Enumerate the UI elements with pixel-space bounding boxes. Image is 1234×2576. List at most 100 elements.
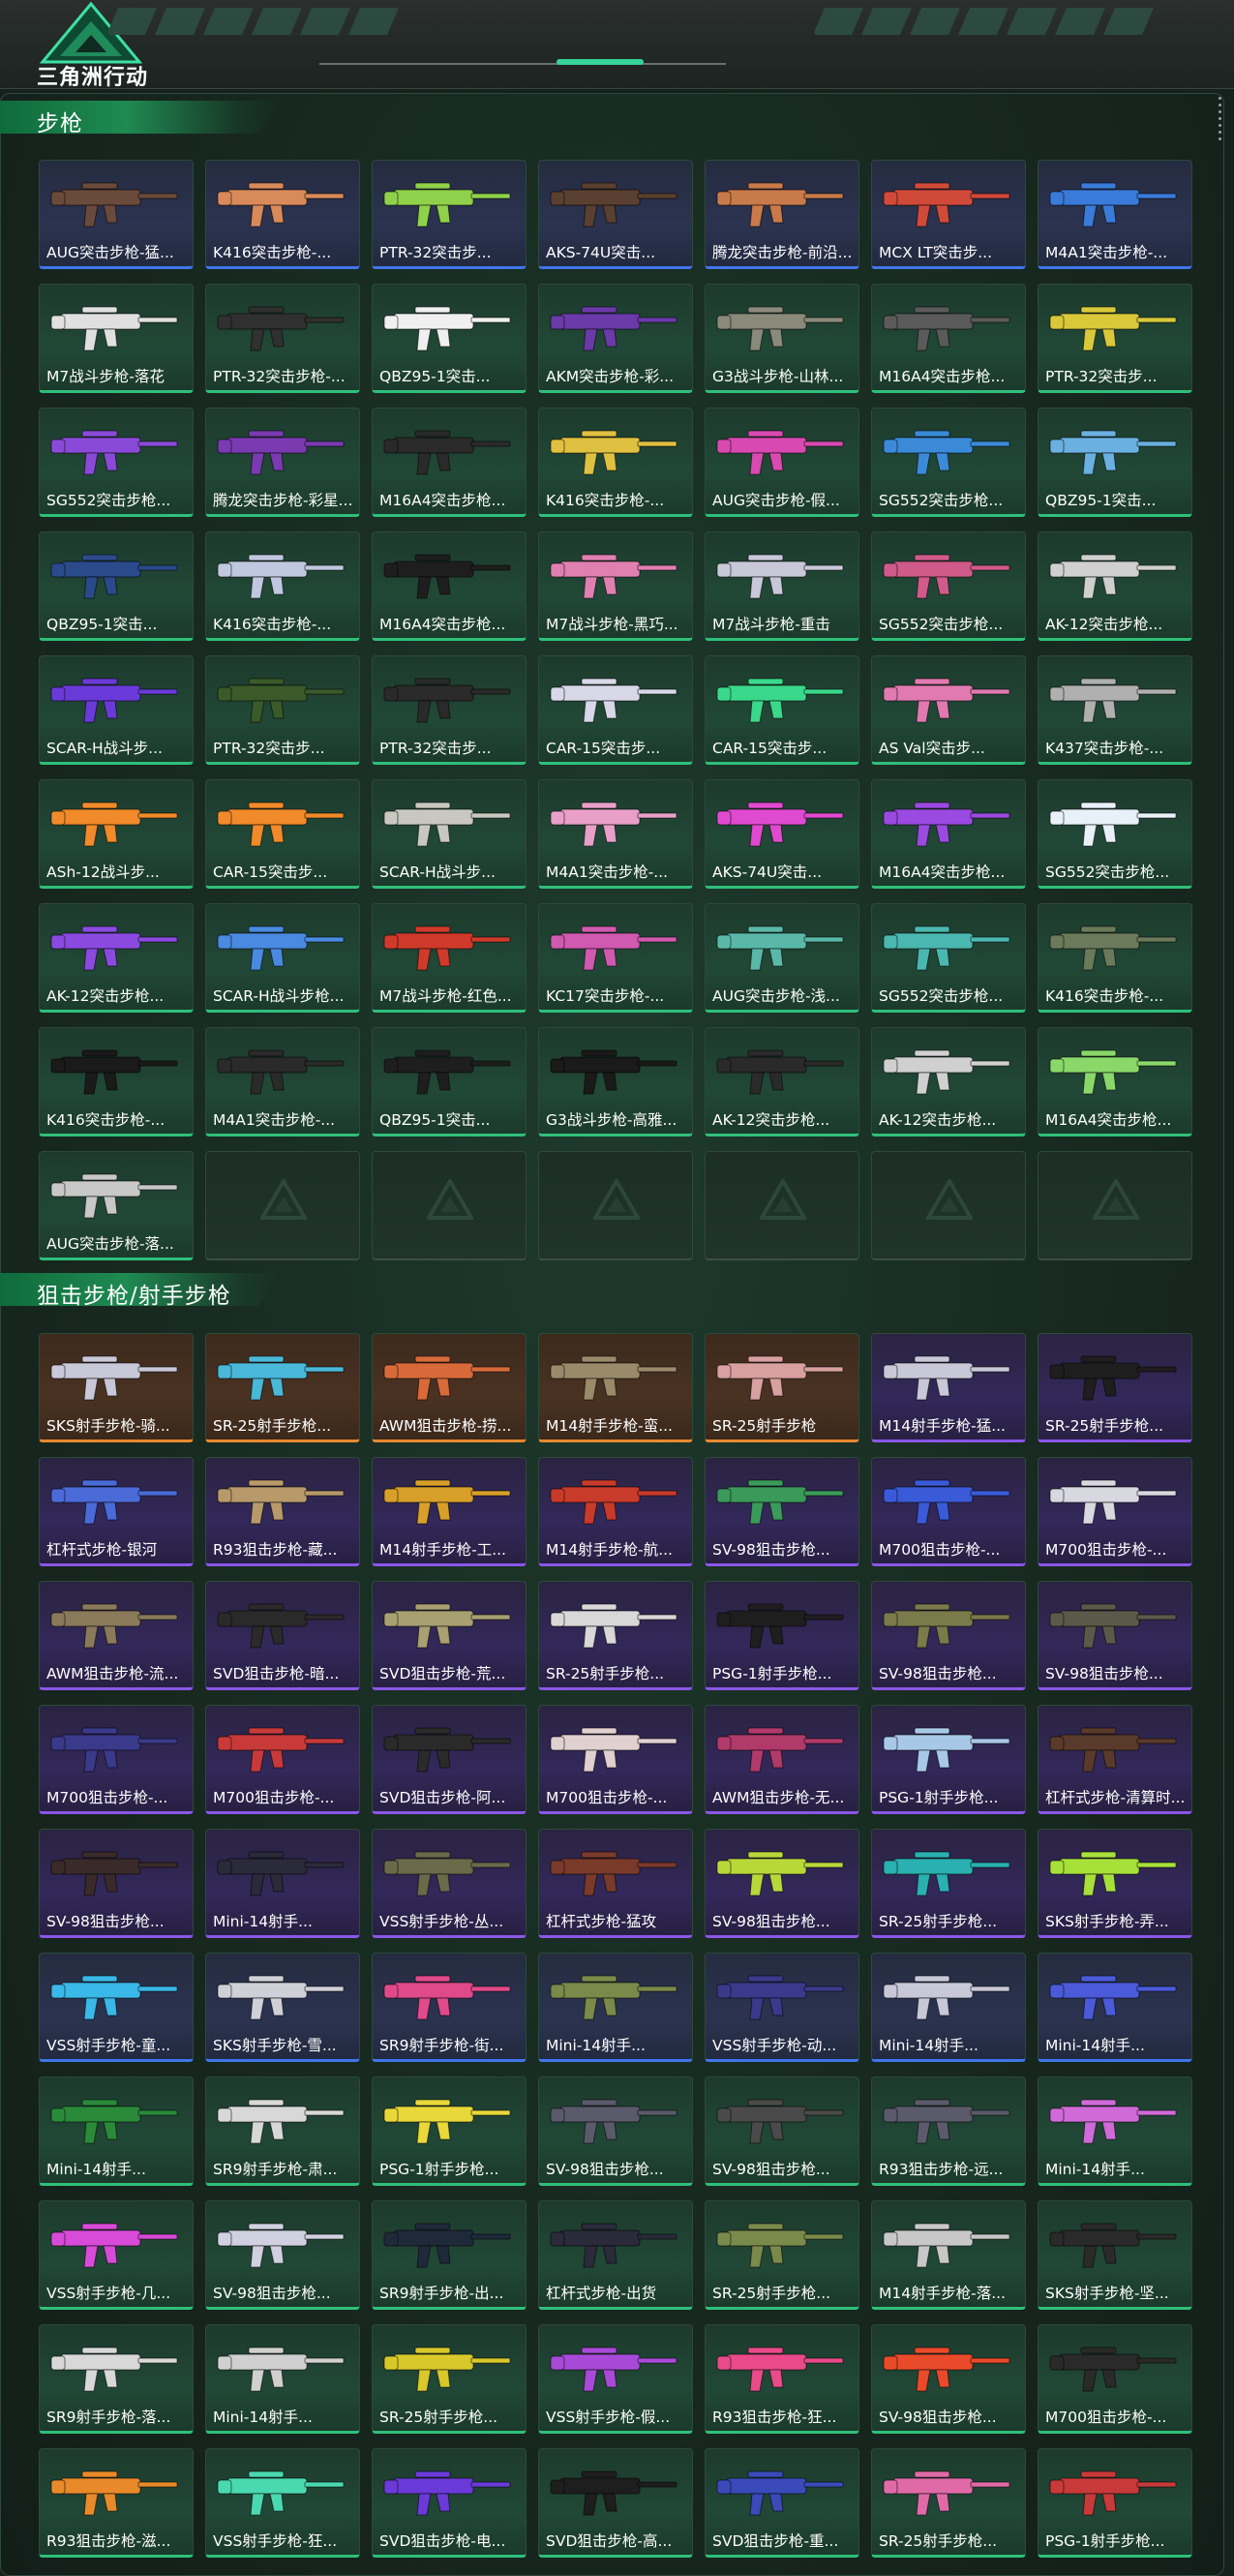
weapon-skin-card[interactable]: SV-98狙击步枪... <box>1038 1581 1192 1690</box>
weapon-skin-card[interactable]: K416突击步枪-... <box>538 408 693 517</box>
weapon-skin-card[interactable]: PTR-32突击步... <box>372 160 527 269</box>
weapon-skin-card[interactable]: R93狙击步枪-滋... <box>39 2448 194 2558</box>
weapon-skin-card[interactable]: 杠杆式步枪-出货 <box>538 2200 693 2310</box>
weapon-skin-card[interactable]: SV-98狙击步枪... <box>538 2076 693 2186</box>
weapon-skin-card[interactable]: SR-25射手步枪... <box>1038 1333 1192 1442</box>
scrollbar[interactable] <box>1218 93 1223 151</box>
weapon-skin-card[interactable]: M16A4突击步枪... <box>372 408 527 517</box>
weapon-skin-card[interactable]: Mini-14射手... <box>1038 2076 1192 2186</box>
weapon-skin-card[interactable]: SVD狙击步枪-电... <box>372 2448 527 2558</box>
weapon-skin-card[interactable]: R93狙击步枪-狂... <box>705 2324 859 2434</box>
weapon-skin-card[interactable]: AKS-74U突击... <box>538 160 693 269</box>
weapon-skin-card[interactable]: PSG-1射手步枪... <box>705 1581 859 1690</box>
weapon-skin-card[interactable]: PSG-1射手步枪... <box>372 2076 527 2186</box>
weapon-skin-card[interactable]: SV-98狙击步枪... <box>705 1829 859 1938</box>
weapon-skin-card[interactable]: QBZ95-1突击... <box>39 531 194 641</box>
weapon-skin-card[interactable]: AUG突击步枪-落... <box>39 1151 194 1260</box>
weapon-skin-card[interactable]: CAR-15突击步... <box>205 779 360 889</box>
weapon-skin-card[interactable]: K416突击步枪-... <box>1038 903 1192 1013</box>
weapon-skin-card[interactable]: 腾龙突击步枪-前沿... <box>705 160 859 269</box>
weapon-skin-card[interactable]: SVD狙击步枪-荒... <box>372 1581 527 1690</box>
weapon-skin-card[interactable]: 杠杆式步枪-清算时... <box>1038 1705 1192 1814</box>
weapon-skin-card[interactable]: M700狙击步枪-... <box>1038 1457 1192 1566</box>
weapon-skin-card[interactable]: M16A4突击步枪... <box>871 779 1026 889</box>
weapon-skin-card[interactable]: AK-12突击步枪... <box>705 1027 859 1136</box>
weapon-skin-card[interactable]: SR-25射手步枪... <box>871 2448 1026 2558</box>
weapon-skin-card[interactable]: VSS射手步枪-童... <box>39 1953 194 2062</box>
weapon-skin-card[interactable]: Mini-14射手... <box>205 1829 360 1938</box>
weapon-skin-card[interactable]: SVD狙击步枪-重... <box>705 2448 859 2558</box>
weapon-skin-card[interactable]: VSS射手步枪-丛... <box>372 1829 527 1938</box>
weapon-skin-card[interactable]: SKS射手步枪-雪... <box>205 1953 360 2062</box>
weapon-skin-card[interactable]: SV-98狙击步枪... <box>705 1457 859 1566</box>
weapon-skin-card[interactable]: R93狙击步枪-远... <box>871 2076 1026 2186</box>
weapon-skin-card[interactable]: G3战斗步枪-高雅... <box>538 1027 693 1136</box>
weapon-skin-card[interactable]: VSS射手步枪-动... <box>705 1953 859 2062</box>
weapon-skin-card[interactable]: Mini-14射手... <box>205 2324 360 2434</box>
weapon-skin-card[interactable]: M16A4突击步枪... <box>871 284 1026 393</box>
weapon-skin-card[interactable]: M14射手步枪-落... <box>871 2200 1026 2310</box>
weapon-skin-card[interactable]: SR-25射手步枪... <box>705 2200 859 2310</box>
weapon-skin-card[interactable]: M700狙击步枪-... <box>205 1705 360 1814</box>
weapon-skin-card[interactable]: AK-12突击步枪... <box>1038 531 1192 641</box>
weapon-skin-card[interactable]: K416突击步枪-... <box>205 160 360 269</box>
weapon-skin-card[interactable]: M16A4突击步枪... <box>1038 1027 1192 1136</box>
weapon-skin-card[interactable]: SV-98狙击步枪... <box>871 1581 1026 1690</box>
weapon-skin-card[interactable]: AUG突击步枪-假... <box>705 408 859 517</box>
weapon-skin-card[interactable]: VSS射手步枪-假... <box>538 2324 693 2434</box>
weapon-skin-card[interactable]: 腾龙突击步枪-彩星... <box>205 408 360 517</box>
weapon-skin-card[interactable]: Mini-14射手... <box>538 1953 693 2062</box>
weapon-skin-card[interactable]: M16A4突击步枪... <box>372 531 527 641</box>
weapon-skin-card[interactable]: SG552突击步枪... <box>39 408 194 517</box>
weapon-skin-card[interactable]: M7战斗步枪-红色... <box>372 903 527 1013</box>
weapon-skin-card[interactable]: M700狙击步枪-... <box>538 1705 693 1814</box>
weapon-skin-card[interactable]: SR9射手步枪-落... <box>39 2324 194 2434</box>
weapon-skin-card[interactable]: K416突击步枪-... <box>205 531 360 641</box>
weapon-skin-card[interactable]: SCAR-H战斗步... <box>372 779 527 889</box>
weapon-skin-card[interactable]: R93狙击步枪-藏... <box>205 1457 360 1566</box>
weapon-skin-card[interactable]: M4A1突击步枪-... <box>205 1027 360 1136</box>
weapon-skin-card[interactable]: M7战斗步枪-重击 <box>705 531 859 641</box>
weapon-skin-card[interactable]: VSS射手步枪-几... <box>39 2200 194 2310</box>
weapon-skin-card[interactable]: SKS射手步枪-弄... <box>1038 1829 1192 1938</box>
weapon-skin-card[interactable]: AKM突击步枪-彩... <box>538 284 693 393</box>
weapon-skin-card[interactable]: M14射手步枪-猛... <box>871 1333 1026 1442</box>
weapon-skin-card[interactable]: SV-98狙击步枪... <box>205 2200 360 2310</box>
weapon-skin-card[interactable]: SVD狙击步枪-暗... <box>205 1581 360 1690</box>
weapon-skin-card[interactable]: SG552突击步枪... <box>1038 779 1192 889</box>
weapon-skin-card[interactable]: AWM狙击步枪-捞... <box>372 1333 527 1442</box>
weapon-skin-card[interactable]: SG552突击步枪... <box>871 531 1026 641</box>
weapon-skin-card[interactable]: PTR-32突击步... <box>1038 284 1192 393</box>
weapon-skin-card[interactable]: AWM狙击步枪-无... <box>705 1705 859 1814</box>
weapon-skin-card[interactable]: Mini-14射手... <box>39 2076 194 2186</box>
weapon-skin-card[interactable]: G3战斗步枪-山林... <box>705 284 859 393</box>
weapon-skin-card[interactable]: SCAR-H战斗步... <box>39 655 194 765</box>
weapon-skin-card[interactable]: SR-25射手步枪... <box>538 1581 693 1690</box>
weapon-skin-card[interactable]: AUG突击步枪-猛... <box>39 160 194 269</box>
weapon-skin-card[interactable]: AKS-74U突击... <box>705 779 859 889</box>
weapon-skin-card[interactable]: M700狙击步枪-... <box>39 1705 194 1814</box>
weapon-skin-card[interactable]: SR9射手步枪-街... <box>372 1953 527 2062</box>
weapon-skin-card[interactable]: PSG-1射手步枪... <box>1038 2448 1192 2558</box>
weapon-skin-card[interactable]: SKS射手步枪-骑... <box>39 1333 194 1442</box>
weapon-skin-card[interactable]: QBZ95-1突击... <box>1038 408 1192 517</box>
weapon-skin-card[interactable]: PTR-32突击步... <box>205 655 360 765</box>
weapon-skin-card[interactable]: SR9射手步枪-肃... <box>205 2076 360 2186</box>
weapon-skin-card[interactable]: AUG突击步枪-浅... <box>705 903 859 1013</box>
weapon-skin-card[interactable]: MCX LT突击步... <box>871 160 1026 269</box>
weapon-skin-card[interactable]: Mini-14射手... <box>1038 1953 1192 2062</box>
weapon-skin-card[interactable]: SR9射手步枪-出... <box>372 2200 527 2310</box>
weapon-skin-card[interactable]: CAR-15突击步... <box>538 655 693 765</box>
weapon-skin-card[interactable]: VSS射手步枪-狂... <box>205 2448 360 2558</box>
weapon-skin-card[interactable]: M700狙击步枪-... <box>1038 2324 1192 2434</box>
weapon-skin-card[interactable]: SR-25射手步枪 <box>705 1333 859 1442</box>
weapon-skin-card[interactable]: SR-25射手步枪... <box>372 2324 527 2434</box>
weapon-skin-card[interactable]: SCAR-H战斗步枪... <box>205 903 360 1013</box>
weapon-skin-card[interactable]: K416突击步枪-... <box>39 1027 194 1136</box>
weapon-skin-card[interactable]: CAR-15突击步... <box>705 655 859 765</box>
weapon-skin-card[interactable]: M7战斗步枪-落花 <box>39 284 194 393</box>
weapon-skin-card[interactable]: SR-25射手步枪... <box>205 1333 360 1442</box>
weapon-skin-card[interactable]: PTR-32突击步枪-... <box>205 284 360 393</box>
weapon-skin-card[interactable]: M4A1突击步枪-... <box>1038 160 1192 269</box>
weapon-skin-card[interactable]: SV-98狙击步枪... <box>705 2076 859 2186</box>
